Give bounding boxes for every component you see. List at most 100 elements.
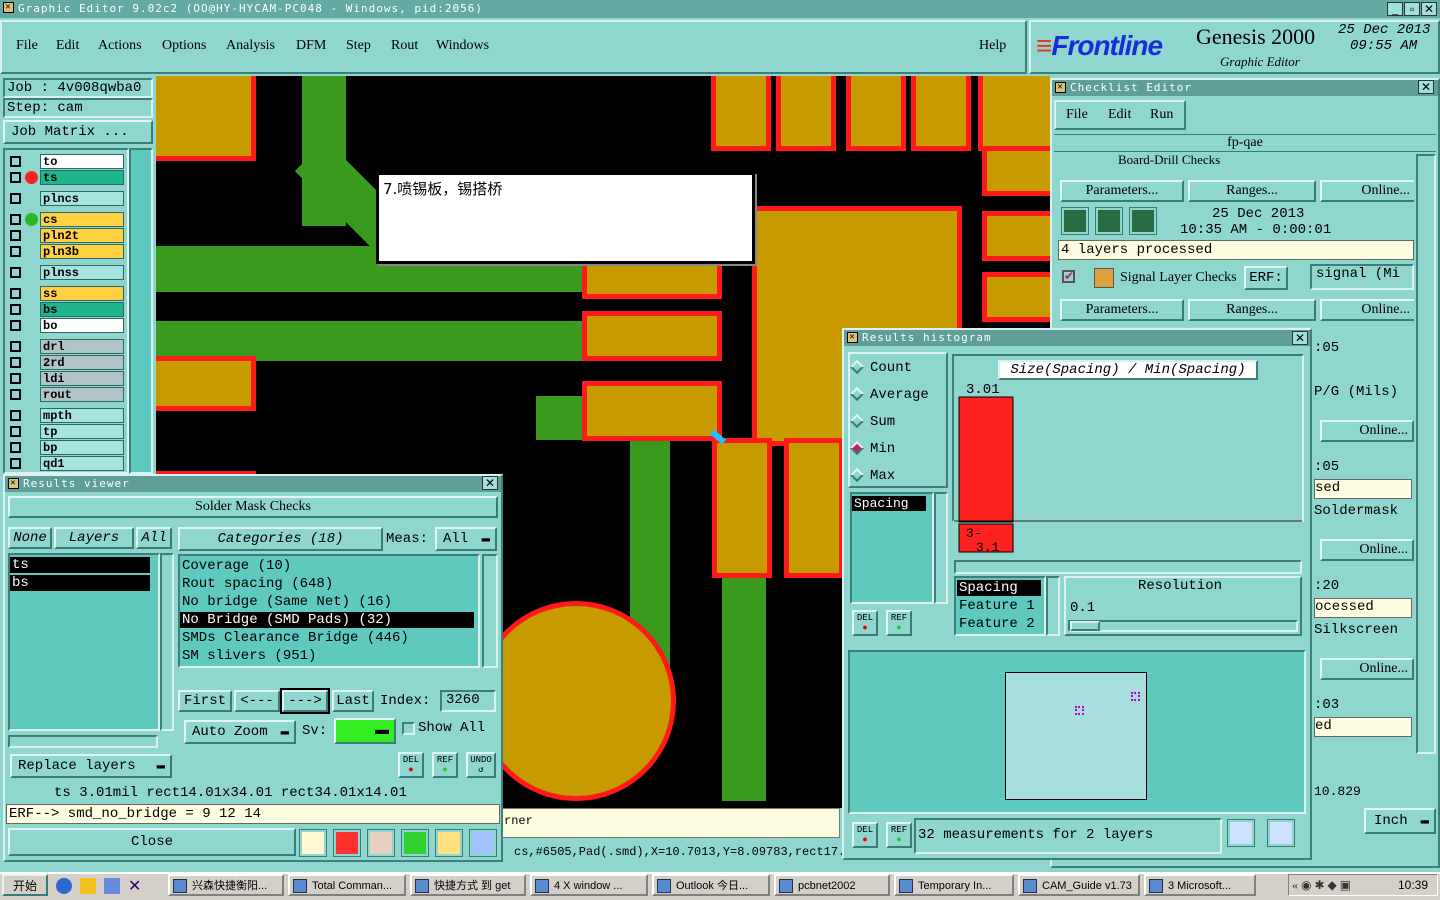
layer-name[interactable]: 2rd <box>40 355 124 370</box>
meas-dropdown[interactable]: All ▬ <box>435 527 497 551</box>
first-button[interactable]: First <box>178 690 232 712</box>
layer-row[interactable]: bs <box>6 302 124 317</box>
menu-windows[interactable]: Windows <box>436 38 489 54</box>
layer-checkbox[interactable] <box>10 246 21 257</box>
layers-header-button[interactable]: Layers <box>54 527 134 549</box>
maximize-button[interactable]: ▫ <box>1404 2 1420 16</box>
menu-file[interactable]: File <box>16 38 38 54</box>
menu-options[interactable]: Options <box>162 38 206 54</box>
layer-name[interactable]: to <box>40 154 124 169</box>
online-button-1[interactable]: Online... <box>1320 299 1414 321</box>
checklist-scrollbar[interactable] <box>1416 154 1436 754</box>
layer-checkbox[interactable] <box>10 230 21 241</box>
layer-name[interactable]: bs <box>40 302 124 317</box>
params-button-0[interactable]: Parameters... <box>1060 180 1184 202</box>
auto-zoom-dropdown[interactable]: Auto Zoom ▬ <box>184 720 296 744</box>
layers-hscroll[interactable] <box>8 735 158 748</box>
run-icon-2[interactable] <box>1095 207 1123 235</box>
category-item[interactable]: SM slivers (951) <box>180 648 474 664</box>
layer-row[interactable]: drl <box>6 339 124 354</box>
layer-row[interactable]: to <box>6 154 124 169</box>
histogram-close-icon[interactable]: ✕ <box>1292 331 1308 345</box>
layer-row[interactable]: ss <box>6 286 124 301</box>
footer-del-button[interactable]: DEL ● <box>852 822 878 848</box>
layer-checkbox[interactable] <box>10 156 21 167</box>
layer-row[interactable]: ts <box>6 170 124 185</box>
layer-row[interactable]: plnss <box>6 265 124 280</box>
spacing-scrollbar[interactable] <box>934 492 948 604</box>
option-max[interactable]: Max <box>849 468 895 484</box>
chart-hscroll[interactable] <box>954 560 1302 574</box>
categories-scrollbar[interactable] <box>482 554 498 668</box>
category-item[interactable]: SMDs Clearance Bridge (446) <box>180 630 474 646</box>
layer-name[interactable]: ldi <box>40 371 124 386</box>
taskbar-item[interactable]: 快捷方式 到 get <box>410 874 526 896</box>
option-average[interactable]: Average <box>849 387 929 403</box>
prev-button[interactable]: <--- <box>234 690 280 712</box>
layer-checkbox[interactable] <box>10 442 21 453</box>
del-button[interactable]: DEL ● <box>398 752 424 778</box>
option-sum[interactable]: Sum <box>849 414 895 430</box>
run-icon-1[interactable] <box>1061 207 1089 235</box>
online-button-side[interactable]: Online... <box>1320 658 1414 680</box>
quicklaunch-x-icon[interactable]: ✕ <box>128 876 141 896</box>
layer-checkbox[interactable] <box>10 410 21 421</box>
footer-ref-button[interactable]: REF ● <box>886 822 912 848</box>
ranges-button-0[interactable]: Ranges... <box>1188 180 1316 202</box>
layer-checkbox[interactable] <box>10 172 21 183</box>
layer-row[interactable]: 2rd <box>6 355 124 370</box>
last-button[interactable]: Last <box>332 690 374 712</box>
layer-name[interactable]: bp <box>40 440 124 455</box>
categories-header[interactable]: Categories (18) <box>178 527 383 551</box>
tool-icon-4[interactable] <box>401 829 429 857</box>
layers-scrollbar[interactable] <box>160 553 174 731</box>
layer-row[interactable]: mpth <box>6 408 124 423</box>
menu-analysis[interactable]: Analysis <box>226 38 275 54</box>
layer-row[interactable]: ldi <box>6 371 124 386</box>
layer-scrollbar[interactable] <box>129 148 153 474</box>
layer-name[interactable]: pln3b <box>40 244 124 259</box>
taskbar-item[interactable]: CAM_Guide v1.73 <box>1018 874 1140 896</box>
replace-layers-dropdown[interactable]: Replace layers ▬ <box>10 754 172 778</box>
taskbar-item[interactable]: pcbnet2002 <box>774 874 890 896</box>
layer-name[interactable]: plncs <box>40 191 124 206</box>
taskbar-item[interactable]: 兴森快捷衡阳... <box>168 874 284 896</box>
tool-icon-2[interactable] <box>333 829 361 857</box>
layer-checkbox[interactable] <box>10 341 21 352</box>
layer-name[interactable]: tp <box>40 424 124 439</box>
results-viewer-close-icon[interactable]: ✕ <box>482 476 498 490</box>
layer-checkbox[interactable] <box>10 458 21 469</box>
histogram-bar[interactable] <box>958 396 1014 523</box>
layer-row[interactable]: cs <box>6 212 124 227</box>
tool-icon-6[interactable] <box>469 829 497 857</box>
online-button-side[interactable]: Online... <box>1320 539 1414 561</box>
hist-ref-button[interactable]: REF ● <box>886 610 912 636</box>
layer-row[interactable]: plncs <box>6 191 124 206</box>
hist-del-button[interactable]: DEL ● <box>852 610 878 636</box>
show-all-checkbox[interactable] <box>402 722 415 735</box>
layer-row[interactable]: tp <box>6 424 124 439</box>
layer-checkbox[interactable] <box>10 288 21 299</box>
layer-name[interactable]: mpth <box>40 408 124 423</box>
layer-name[interactable]: bo <box>40 318 124 333</box>
taskbar-item[interactable]: 4 X window ... <box>530 874 648 896</box>
layer-row[interactable]: bp <box>6 440 124 455</box>
taskbar-item[interactable]: Total Comman... <box>288 874 406 896</box>
params-button-1[interactable]: Parameters... <box>1060 299 1184 321</box>
menu-rout[interactable]: Rout <box>391 38 418 54</box>
option-min[interactable]: Min <box>849 441 895 457</box>
checklist-close-icon[interactable]: ✕ <box>1418 80 1434 94</box>
quicklaunch-ie-icon[interactable] <box>56 878 72 894</box>
layer-checkbox[interactable] <box>10 320 21 331</box>
layer-name[interactable]: ss <box>40 286 124 301</box>
menu-actions[interactable]: Actions <box>98 38 142 54</box>
minimize-button[interactable]: _ <box>1387 2 1403 16</box>
menu-dfm[interactable]: DFM <box>296 38 326 54</box>
layer-checkbox[interactable] <box>10 304 21 315</box>
quicklaunch-app-icon[interactable] <box>104 878 120 894</box>
category-item[interactable]: Coverage (10) <box>180 558 474 574</box>
spacing-list-item[interactable]: Spacing <box>852 496 926 511</box>
menu-edit[interactable]: Edit <box>56 38 79 54</box>
option-count[interactable]: Count <box>849 360 912 376</box>
ref-button[interactable]: REF ● <box>432 752 458 778</box>
